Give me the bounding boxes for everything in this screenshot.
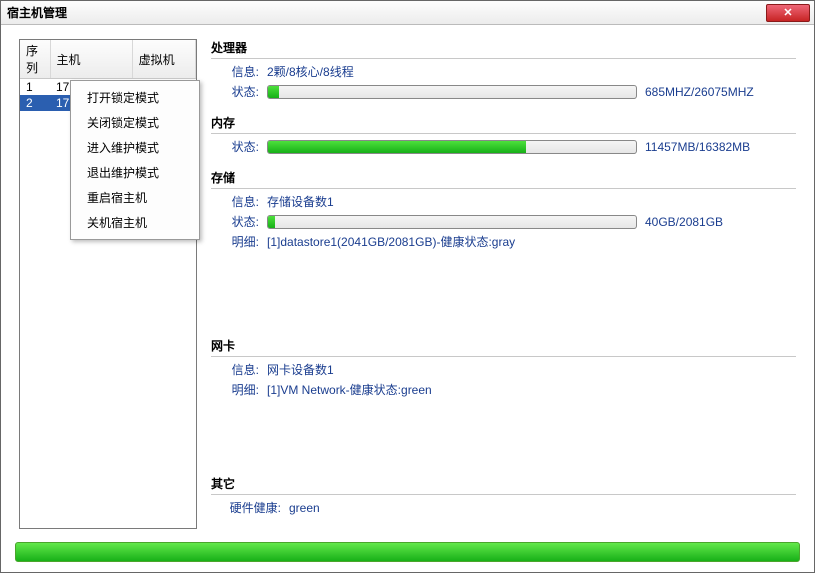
label-detail: 明细: [225, 233, 259, 250]
label-info: 信息: [225, 193, 259, 210]
storage-detail-value: [1]datastore1(2041GB/2081GB)-健康状态:gray [267, 233, 515, 250]
section-cpu-title: 处理器 [211, 39, 796, 59]
host-management-window: 宿主机管理 ✕ 序列 主机 虚拟机 1 172.17.1.253 [0, 0, 815, 573]
menu-open-lock-mode[interactable]: 打开锁定模式 [71, 85, 199, 110]
storage-progress [267, 215, 637, 229]
col-host-header[interactable]: 主机 [50, 40, 132, 79]
label-status: 状态: [225, 138, 259, 155]
host-list-panel: 序列 主机 虚拟机 1 172.17.1.253 13 2 172.17.1.2… [19, 39, 197, 529]
section-other-title: 其它 [211, 475, 796, 495]
section-mem-title: 内存 [211, 114, 796, 134]
col-vms-header[interactable]: 虚拟机 [132, 40, 195, 79]
label-status: 状态: [225, 83, 259, 100]
detail-panel: 处理器 信息: 2颗/8核心/8线程 状态: 685MHZ/26075MHZ 内… [211, 39, 796, 562]
mem-progress [267, 140, 637, 154]
storage-progress-fill [268, 216, 275, 228]
menu-exit-maintenance[interactable]: 退出维护模式 [71, 160, 199, 185]
close-button[interactable]: ✕ [766, 4, 810, 22]
cpu-info-value: 2颗/8核心/8线程 [267, 63, 354, 80]
cell: 1 [20, 79, 50, 96]
close-icon: ✕ [783, 6, 792, 19]
mem-progress-fill [268, 141, 526, 153]
label-detail: 明细: [225, 381, 259, 398]
cpu-status-value: 685MHZ/26075MHZ [645, 85, 754, 99]
label-info: 信息: [225, 361, 259, 378]
titlebar: 宿主机管理 ✕ [1, 1, 814, 25]
col-seq-header[interactable]: 序列 [20, 40, 50, 79]
storage-status-value: 40GB/2081GB [645, 215, 723, 229]
menu-close-lock-mode[interactable]: 关闭锁定模式 [71, 110, 199, 135]
label-info: 信息: [225, 63, 259, 80]
cpu-progress [267, 85, 637, 99]
nic-info-value: 网卡设备数1 [267, 361, 334, 378]
cell: 2 [20, 95, 50, 111]
menu-shutdown-host[interactable]: 关机宿主机 [71, 210, 199, 235]
window-title: 宿主机管理 [7, 4, 67, 21]
mem-status-value: 11457MB/16382MB [645, 140, 750, 154]
host-context-menu: 打开锁定模式 关闭锁定模式 进入维护模式 退出维护模式 重启宿主机 关机宿主机 [70, 80, 200, 240]
main-body: 序列 主机 虚拟机 1 172.17.1.253 13 2 172.17.1.2… [1, 25, 814, 572]
section-storage-title: 存储 [211, 169, 796, 189]
cpu-progress-fill [268, 86, 279, 98]
menu-reboot-host[interactable]: 重启宿主机 [71, 185, 199, 210]
storage-info-value: 存储设备数1 [267, 193, 334, 210]
footer-status-bar [15, 542, 800, 562]
menu-enter-maintenance[interactable]: 进入维护模式 [71, 135, 199, 160]
hw-health-label: 硬件健康: [225, 499, 281, 516]
nic-detail-value: [1]VM Network-健康状态:green [267, 381, 432, 398]
hw-health-value: green [289, 501, 320, 515]
section-nic-title: 网卡 [211, 337, 796, 357]
label-status: 状态: [225, 213, 259, 230]
